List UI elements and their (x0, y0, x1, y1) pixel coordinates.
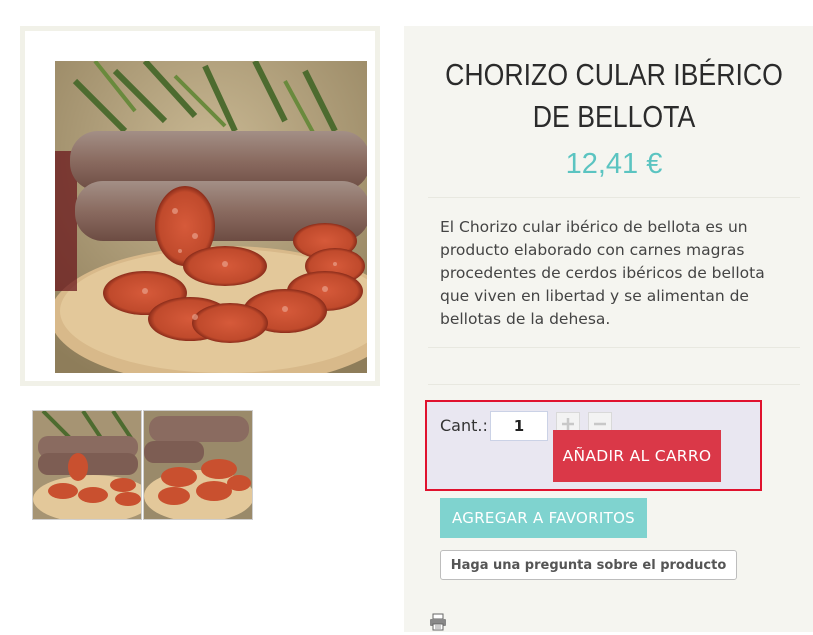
product-description: El Chorizo cular ibérico de bellota es u… (440, 218, 765, 328)
thumbnail-2[interactable] (143, 410, 253, 520)
main-image-frame (20, 26, 380, 386)
product-title: CHORIZO CULAR IBÉRICO DE BELLOTA (445, 57, 783, 134)
quantity-label: Cant.: (440, 416, 488, 435)
thumbnail-1[interactable] (32, 410, 142, 520)
product-main-image[interactable] (55, 61, 367, 373)
product-price: 12,41 € (565, 148, 663, 180)
add-to-cart-button[interactable]: AÑADIR AL CARRO (553, 430, 721, 482)
plus-icon (562, 418, 574, 430)
ask-question-button[interactable]: Haga una pregunta sobre el producto (440, 550, 737, 580)
quantity-input[interactable] (490, 411, 548, 441)
minus-icon (594, 422, 606, 426)
divider (428, 347, 800, 348)
printer-icon[interactable] (429, 613, 447, 631)
divider (428, 197, 800, 198)
divider (428, 384, 800, 385)
add-to-favorites-button[interactable]: AGREGAR A FAVORITOS (440, 498, 647, 538)
